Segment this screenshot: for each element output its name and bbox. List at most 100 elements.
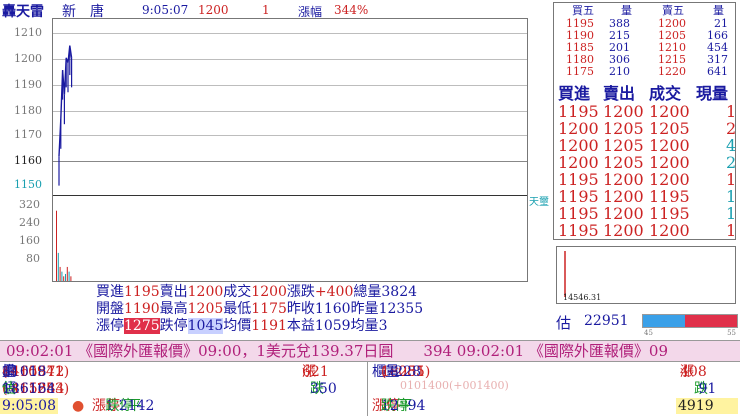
volume-bar bbox=[59, 266, 61, 281]
buy-sell-ratio-bar bbox=[642, 314, 738, 328]
order-book-row: 1175 210 1220 641 bbox=[554, 66, 735, 78]
quote-volume: 1 bbox=[262, 3, 270, 17]
tick-row: 1195 1200 1200 1 bbox=[554, 221, 737, 240]
deal-label: 成交 bbox=[223, 284, 252, 300]
tick-header-sell: 賣出 bbox=[603, 84, 636, 103]
price-tick: 1180 bbox=[14, 104, 42, 117]
price-tick: 1190 bbox=[14, 78, 42, 91]
price-tick: 1170 bbox=[14, 128, 42, 141]
pvol-value: 12355 bbox=[378, 301, 424, 317]
volume-tick: 80 bbox=[26, 252, 40, 265]
chg-label: 漲跌 bbox=[286, 284, 315, 300]
vol-label: 總量 bbox=[353, 284, 382, 300]
avg-label: 均價 bbox=[223, 318, 252, 334]
prev-label: 昨收 bbox=[286, 301, 315, 317]
header-ask-qty: 量 bbox=[713, 4, 724, 17]
bid-qty: 210 bbox=[609, 65, 630, 78]
buy-value: 1195 bbox=[124, 284, 160, 300]
change-pct: 344% bbox=[334, 3, 369, 17]
tick-header-deal: 成交 bbox=[649, 84, 682, 103]
ratio-left-label: 45 bbox=[644, 329, 653, 337]
ratio-right-label: 55 bbox=[727, 329, 736, 337]
chg-value: +400 bbox=[314, 284, 354, 300]
avol-value: 3 bbox=[378, 318, 388, 334]
high-label: 最高 bbox=[159, 301, 188, 317]
limit-up-label: 漲停 bbox=[96, 318, 124, 334]
status-dot-icon: ● bbox=[72, 398, 85, 414]
ratio-buy-fill bbox=[643, 315, 686, 327]
low-label: 最低 bbox=[223, 301, 252, 317]
tick-qty: 1 bbox=[726, 221, 737, 240]
price-tick: 1210 bbox=[14, 26, 42, 39]
estimate-value: 22951 bbox=[584, 313, 629, 329]
otc-ghost-text: 0101400(+001400) bbox=[400, 379, 509, 392]
otc-up: 408 bbox=[680, 364, 707, 380]
otc-down: 91 bbox=[698, 381, 717, 397]
otc-flat: 94 bbox=[407, 398, 426, 414]
low-value: 1175 bbox=[251, 301, 287, 317]
sell-value: 1200 bbox=[187, 284, 224, 300]
prev-value: 1160 bbox=[314, 301, 351, 317]
quote-price: 1200 bbox=[198, 3, 229, 17]
tick-deal: 1200 bbox=[649, 221, 690, 240]
quote-time: 9:05:07 bbox=[142, 3, 189, 17]
ask-price: 1220 bbox=[658, 65, 686, 78]
volume-tick: 240 bbox=[19, 216, 40, 229]
price-tick-ref: 1160 bbox=[14, 154, 42, 167]
news-ticker[interactable]: 09:02:01 《國際外匯報價》09:00，1美元兌139.37日圓 394 … bbox=[0, 340, 740, 362]
tick-sell: 1200 bbox=[603, 221, 644, 240]
broker-name: 轟天雷 bbox=[2, 4, 44, 20]
header-ask5: 賣五 bbox=[662, 4, 684, 17]
sell-label: 賣出 bbox=[159, 284, 188, 300]
volume-tick: 160 bbox=[19, 234, 40, 247]
ld-count: 2 bbox=[118, 398, 128, 414]
chart-plot bbox=[56, 45, 73, 281]
ref-label: 天璽 bbox=[529, 197, 549, 208]
tick-header-qty: 現量 bbox=[696, 84, 729, 103]
bid-price: 1175 bbox=[566, 65, 594, 78]
stats-divider bbox=[367, 362, 368, 416]
limit-down-label: 跌停 bbox=[159, 318, 188, 334]
eps-value: 1059 bbox=[314, 318, 351, 334]
limit-up-value: 1275 bbox=[124, 318, 160, 334]
avg-value: 1191 bbox=[251, 318, 287, 334]
flat-count: 142 bbox=[127, 398, 155, 414]
volume-bar bbox=[56, 210, 57, 281]
lead-est: 186164 bbox=[2, 381, 56, 397]
order-book-panel: 買五 量 賣五 量 1195 388 1200 21 1190 215 1205 166 118… bbox=[553, 2, 736, 240]
otc-total-box: 4919 bbox=[676, 398, 738, 414]
deal-value: 1200 bbox=[251, 284, 287, 300]
intraday-chart[interactable] bbox=[52, 18, 528, 282]
volume-bar bbox=[68, 271, 70, 281]
high-value: 1205 bbox=[187, 301, 224, 317]
pvol-label: 昨量 bbox=[350, 301, 379, 317]
ask-qty: 641 bbox=[707, 65, 728, 78]
taiex-vol: 31018 bbox=[2, 364, 47, 380]
limit-down-value: 1045 bbox=[187, 318, 224, 334]
tick-header: 買進 賣出 成交 現量 bbox=[554, 85, 735, 103]
otc-stats: 櫃 18251 (+085) 量 7228 漲 408 0101400(+001400… bbox=[370, 364, 740, 416]
price-tick: 1200 bbox=[14, 52, 42, 65]
vol-value: 3824 bbox=[381, 284, 418, 300]
volume-bar bbox=[70, 276, 72, 281]
clock: 9:05:08 bbox=[0, 398, 58, 414]
avol-label: 均量 bbox=[350, 318, 379, 334]
taiex-down: 350 bbox=[310, 381, 337, 397]
eps-label: 本益 bbox=[286, 318, 315, 334]
estimate-label: 估 bbox=[556, 314, 572, 332]
volume-bar bbox=[66, 266, 68, 281]
volume-bar bbox=[57, 252, 59, 281]
header-bid-qty: 量 bbox=[621, 4, 632, 17]
tick-buy: 1195 bbox=[558, 221, 599, 240]
volume-tick: 320 bbox=[19, 198, 40, 211]
volume-bar bbox=[63, 276, 65, 281]
buy-label: 買進 bbox=[96, 284, 124, 300]
order-book-header: 買五 量 賣五 量 bbox=[554, 5, 735, 17]
volume-bar bbox=[61, 271, 63, 281]
volume-bar bbox=[65, 273, 66, 281]
taiex-up: 621 bbox=[302, 364, 329, 380]
open-value: 1190 bbox=[124, 301, 160, 317]
tick-header-buy: 買進 bbox=[558, 84, 591, 103]
otc-ld: 2 bbox=[389, 398, 399, 414]
index-value: 14546.31 bbox=[563, 293, 602, 302]
